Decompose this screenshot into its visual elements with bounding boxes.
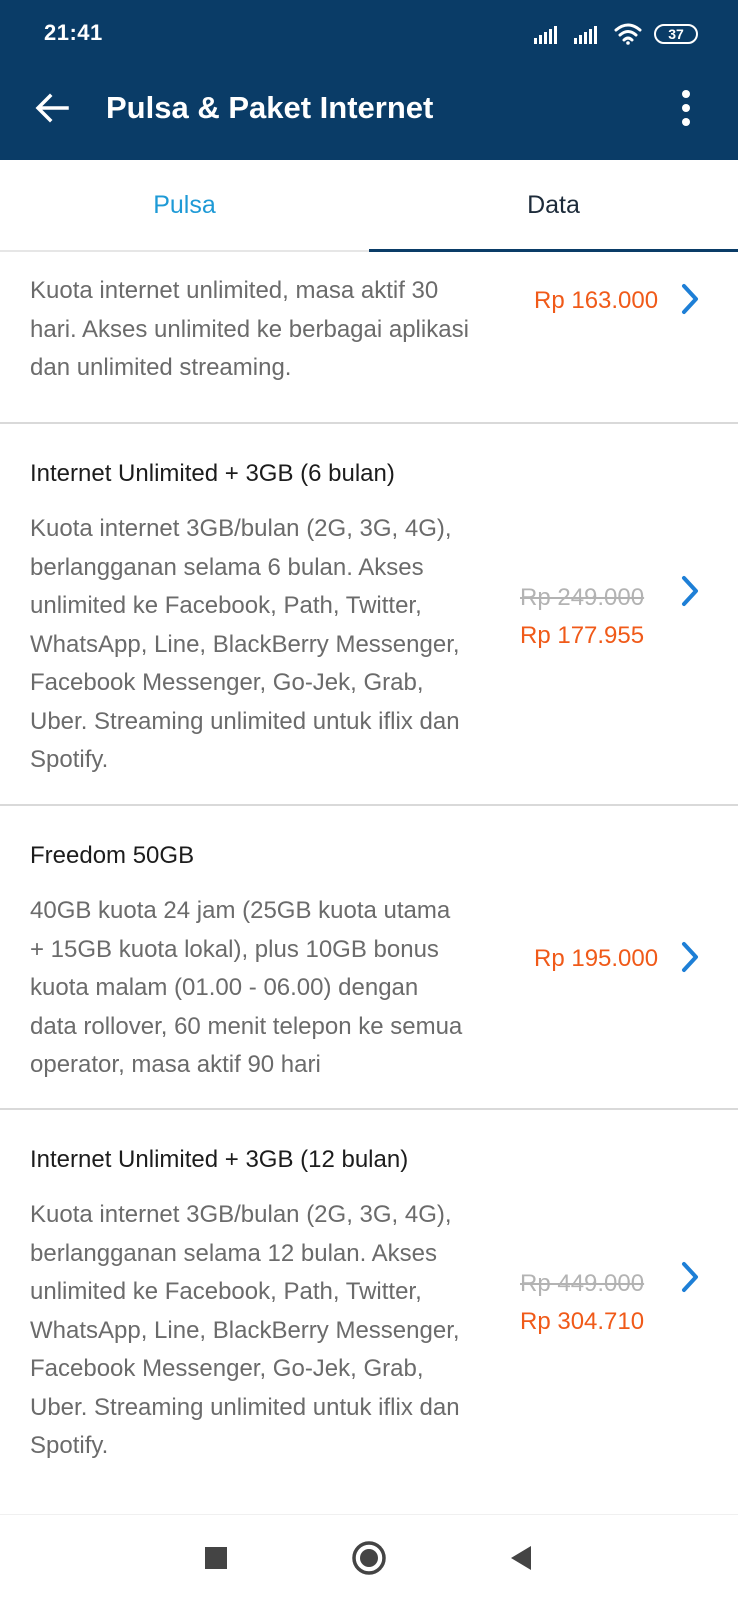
package-description: Kuota internet unlimited, masa aktif 30 …	[30, 277, 469, 381]
package-item[interactable]: Internet Unlimited + 3GB (12 bulan) Kuot…	[0, 1110, 738, 1492]
package-item[interactable]: Kuota internet unlimited, masa aktif 30 …	[0, 252, 738, 424]
circle-icon	[352, 1541, 386, 1575]
chevron-right-icon[interactable]	[678, 1260, 702, 1294]
tab-data[interactable]: Data	[369, 160, 738, 252]
more-vertical-icon	[682, 90, 690, 126]
package-item[interactable]: Internet Unlimited + 3GB (6 bulan) Kuota…	[0, 424, 738, 806]
wifi-icon	[614, 23, 642, 45]
app-bar: 21:41 37 Pulsa & Paket Internet	[0, 0, 738, 160]
package-title: Internet Unlimited + 3GB (12 bulan)	[30, 1146, 409, 1173]
tab-label: Data	[527, 190, 580, 219]
back-button[interactable]	[30, 86, 74, 130]
package-description: Kuota internet 3GB/bulan (2G, 3G, 4G), b…	[30, 515, 460, 773]
signal-icon	[574, 26, 597, 44]
system-nav-bar	[0, 1514, 738, 1601]
status-icons: 37	[534, 20, 698, 48]
square-icon	[205, 1547, 227, 1569]
triangle-left-icon	[511, 1546, 531, 1570]
package-price: Rp 163.000	[534, 287, 659, 314]
price-box: Rp 449.000 Rp 304.710	[520, 1265, 644, 1341]
price-box: Rp 195.000	[534, 940, 658, 978]
package-title: Internet Unlimited + 3GB (6 bulan)	[30, 460, 395, 487]
package-old-price: Rp 449.000	[520, 1270, 645, 1297]
package-description: Kuota internet 3GB/bulan (2G, 3G, 4G), b…	[30, 1201, 460, 1459]
package-list: Kuota internet unlimited, masa aktif 30 …	[0, 252, 738, 1492]
chevron-right-icon[interactable]	[678, 282, 702, 316]
arrow-left-icon	[35, 93, 69, 123]
price-box: Rp 163.000	[534, 282, 658, 320]
home-button[interactable]	[346, 1535, 392, 1581]
tab-pulsa[interactable]: Pulsa	[0, 160, 369, 250]
status-time: 21:41	[44, 20, 103, 45]
price-box: Rp 249.000 Rp 177.955	[520, 579, 644, 655]
battery-level: 37	[668, 26, 684, 42]
package-description: 40GB kuota 24 jam (25GB kuota utama + 15…	[30, 897, 463, 1078]
page-title: Pulsa & Paket Internet	[106, 90, 434, 125]
signal-icon	[534, 26, 557, 44]
battery-icon: 37	[654, 24, 698, 44]
package-price: Rp 177.955	[520, 622, 645, 649]
more-options-button[interactable]	[664, 86, 708, 130]
package-price: Rp 304.710	[520, 1308, 645, 1335]
package-old-price: Rp 249.000	[520, 584, 645, 611]
tab-label: Pulsa	[153, 190, 216, 219]
package-price: Rp 195.000	[534, 945, 659, 972]
tab-bar: Pulsa Data	[0, 160, 738, 252]
chevron-right-icon[interactable]	[678, 574, 702, 608]
chevron-right-icon[interactable]	[678, 940, 702, 974]
package-title: Freedom 50GB	[30, 842, 195, 869]
recents-button[interactable]	[193, 1535, 239, 1581]
nav-back-button[interactable]	[498, 1535, 544, 1581]
package-item[interactable]: Freedom 50GB 40GB kuota 24 jam (25GB kuo…	[0, 806, 738, 1110]
